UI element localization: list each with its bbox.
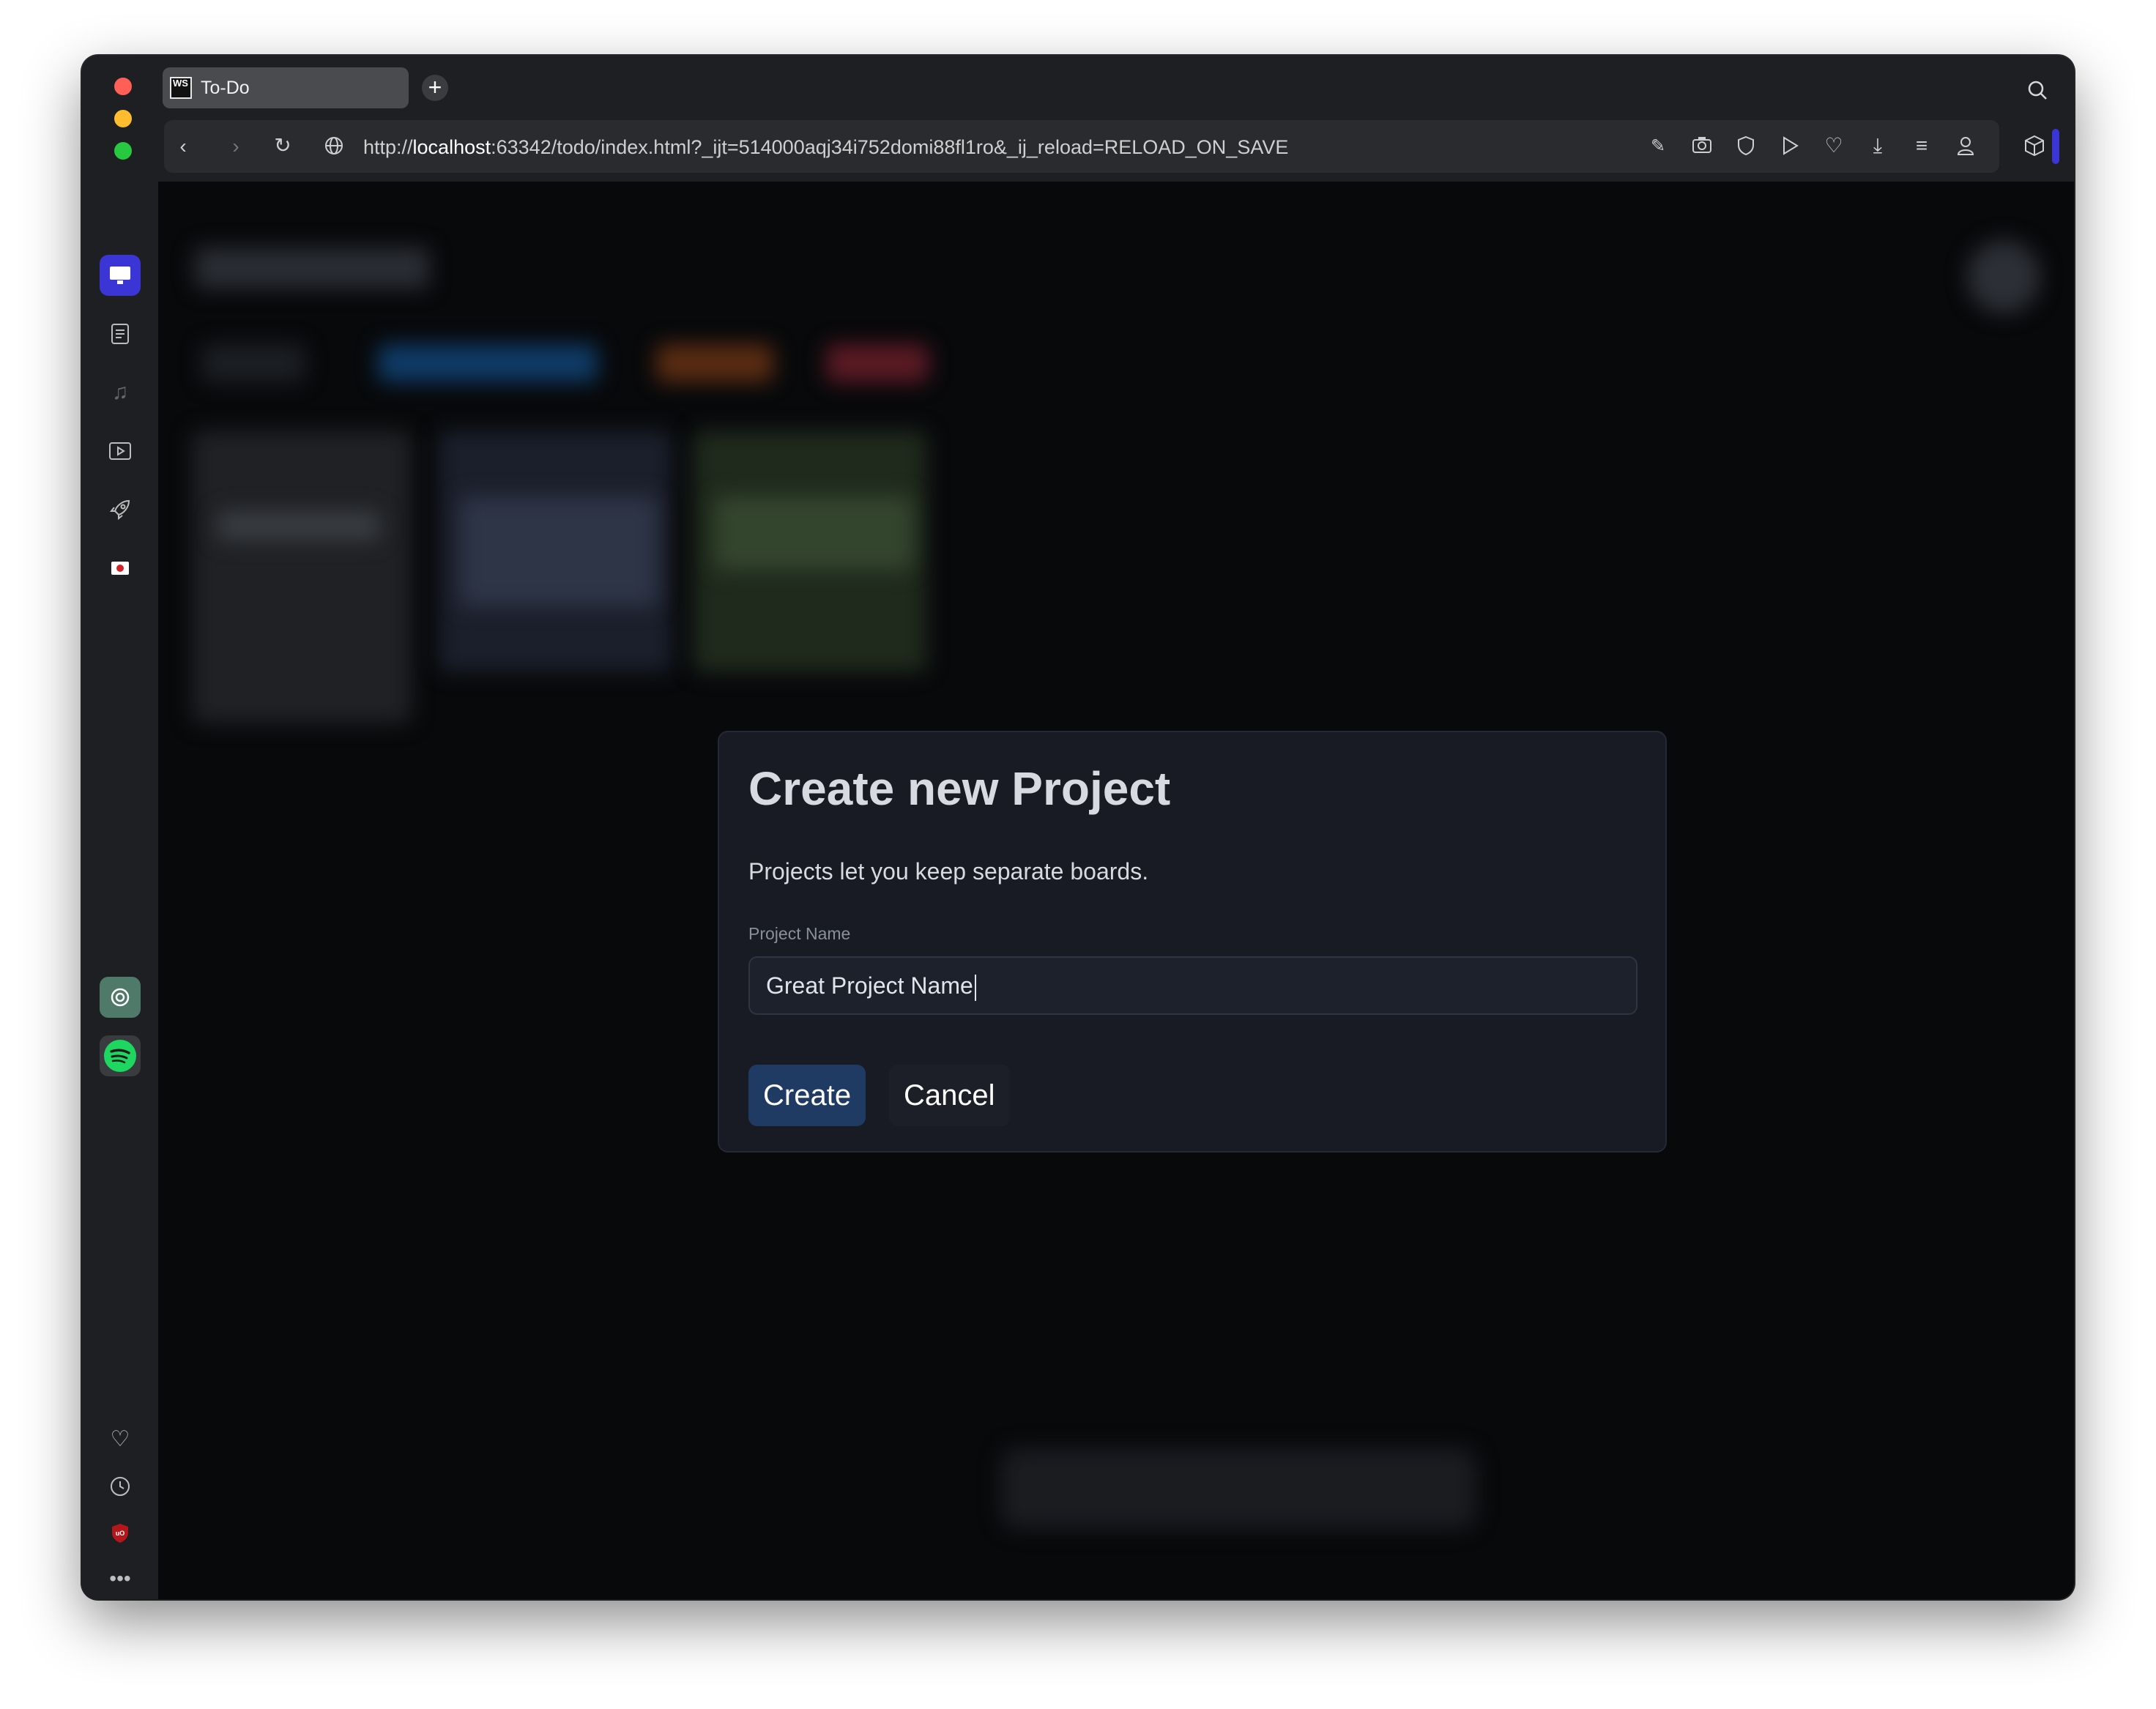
clock-icon[interactable] [100, 1466, 141, 1507]
edit-icon[interactable]: ✎ [1645, 135, 1671, 157]
download-icon[interactable]: ⤓ [1865, 135, 1891, 157]
page-content: Create new Project Projects let you keep… [158, 182, 2074, 1599]
create-button[interactable]: Create [748, 1065, 866, 1126]
dialog-title: Create new Project [748, 762, 1171, 815]
blurred-card [218, 511, 379, 540]
create-project-dialog: Create new Project Projects let you keep… [718, 731, 1667, 1153]
url-text[interactable]: http://localhost:63342/todo/index.html?_… [363, 136, 1288, 159]
ublock-icon[interactable]: uO [100, 1513, 141, 1554]
project-name-label: Project Name [748, 924, 851, 943]
blurred-chip [826, 344, 929, 382]
chatgpt-icon[interactable] [100, 977, 141, 1018]
tab-todo[interactable]: WS To-Do [163, 67, 409, 108]
blurred-chip [656, 344, 773, 382]
blurred-chip [378, 344, 598, 382]
address-bar[interactable]: ‹ › ↻ http://localhost:63342/todo/index.… [164, 120, 1999, 173]
tab-title: To-Do [201, 77, 250, 98]
search-icon[interactable] [2024, 79, 2051, 105]
forward-icon[interactable]: › [223, 135, 249, 157]
camera-icon[interactable] [1689, 135, 1715, 159]
globe-icon [321, 135, 347, 160]
blurred-avatar [1967, 240, 2040, 313]
cancel-button[interactable]: Cancel [889, 1065, 1010, 1126]
sidebar-accent-indicator [2052, 129, 2059, 164]
play-icon[interactable] [1777, 135, 1803, 160]
notes-icon[interactable] [100, 313, 141, 354]
minimize-window-button[interactable] [114, 110, 132, 127]
menu-icon[interactable]: ≡ [1908, 135, 1935, 157]
close-window-button[interactable] [114, 78, 132, 95]
profile-icon[interactable] [1952, 135, 1979, 160]
spotify-icon[interactable] [100, 1035, 141, 1076]
svg-text:uO: uO [116, 1530, 125, 1537]
music-icon[interactable]: ♫ [100, 372, 141, 413]
dialog-description: Projects let you keep separate boards. [748, 858, 1149, 885]
new-tab-button[interactable]: + [422, 75, 448, 101]
reload-icon[interactable]: ↻ [270, 135, 296, 157]
more-icon[interactable]: ••• [100, 1558, 141, 1599]
cube-icon[interactable] [2021, 135, 2048, 161]
monitor-icon[interactable] [100, 255, 141, 296]
video-icon[interactable] [100, 431, 141, 472]
flag-icon[interactable] [100, 548, 141, 589]
text-caret [974, 974, 976, 1001]
webstorm-favicon-icon: WS [170, 77, 192, 99]
blurred-chip [202, 344, 305, 382]
heart-icon[interactable]: ♡ [1821, 135, 1847, 157]
heart-icon[interactable]: ♡ [100, 1419, 141, 1460]
project-name-input[interactable]: Great Project Name [748, 956, 1638, 1015]
blurred-card [460, 496, 658, 606]
blurred-column [192, 431, 412, 723]
back-icon[interactable]: ‹ [170, 135, 196, 157]
shield-icon[interactable] [1733, 135, 1759, 160]
rocket-icon[interactable] [100, 489, 141, 530]
zoom-window-button[interactable] [114, 142, 132, 160]
browser-sidebar: ♫ ♡ uO ••• [82, 182, 158, 1599]
blurred-dock [1000, 1448, 1476, 1529]
blurred-card [715, 496, 912, 570]
blurred-app-title [195, 247, 429, 288]
browser-window: WS To-Do + ‹ › ↻ http://localhost:63342/… [82, 56, 2074, 1599]
